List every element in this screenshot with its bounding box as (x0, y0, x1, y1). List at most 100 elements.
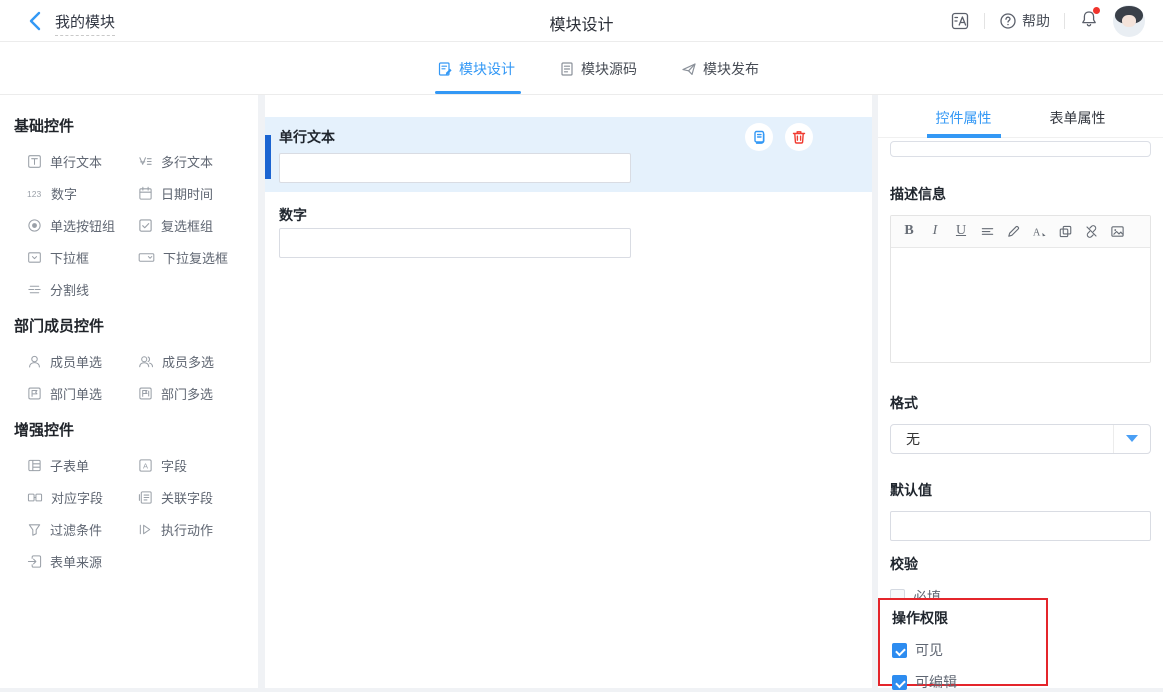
selection-bar (265, 135, 271, 179)
format-select[interactable]: 无 (890, 424, 1151, 454)
svg-text:A: A (143, 461, 148, 470)
field-label: 数字 (279, 205, 307, 225)
palette-item-subform[interactable]: 子表单 (14, 457, 125, 473)
palette-item-checkbox-group[interactable]: 复选框组 (125, 217, 250, 233)
field-a-icon: A (138, 458, 153, 473)
image-icon[interactable] (1107, 220, 1127, 242)
help-label: 帮助 (1022, 11, 1050, 31)
palette-item-field[interactable]: A 字段 (125, 457, 250, 473)
palette-item-divider[interactable]: 分割线 (14, 281, 125, 297)
person-icon (27, 354, 42, 369)
people-icon (138, 354, 154, 369)
designer-tabs: 模块设计 模块源码 模块发布 (437, 42, 759, 95)
description-label: 描述信息 (890, 184, 1151, 204)
font-color-icon[interactable]: A (1029, 220, 1049, 242)
palette-item-dept-multi[interactable]: 部门多选 (125, 385, 250, 401)
single-line-text-input[interactable] (279, 153, 631, 183)
copy-field-button[interactable] (745, 123, 773, 151)
tab-label: 模块设计 (459, 59, 515, 79)
editable-checkbox[interactable] (892, 675, 907, 690)
member-widgets-grid: 成员单选 成员多选 部门单选 部门多选 (14, 353, 250, 401)
form-source-icon (27, 554, 42, 569)
calendar-icon (138, 186, 153, 201)
tab-label: 模块发布 (703, 59, 759, 79)
palette-item-member-multi[interactable]: 成员多选 (125, 353, 250, 369)
palette-item-member-single[interactable]: 成员单选 (14, 353, 125, 369)
canvas-field-single-line-text-selected[interactable]: 单行文本 (265, 117, 872, 192)
number-input[interactable] (279, 228, 631, 258)
palette-item-action[interactable]: 执行动作 (125, 521, 250, 537)
form-canvas[interactable]: 单行文本 数字 (265, 95, 872, 688)
tab-module-publish[interactable]: 模块发布 (681, 42, 759, 95)
editable-label: 可编辑 (915, 672, 957, 692)
rich-text-toolbar: B I U A (891, 216, 1150, 248)
field-label: 单行文本 (279, 127, 335, 147)
single-line-text-icon (27, 154, 42, 169)
permissions-label: 操作权限 (892, 608, 1046, 628)
copy-icon[interactable] (1055, 220, 1075, 242)
checkbox-icon (138, 218, 153, 233)
svg-text:A: A (1033, 227, 1041, 238)
canvas-field-number[interactable]: 数字 (265, 205, 872, 271)
divider-lines-icon (27, 282, 42, 297)
avatar[interactable] (1113, 5, 1145, 37)
tab-module-design[interactable]: 模块设计 (437, 42, 515, 95)
help-button[interactable]: 帮助 (999, 11, 1050, 31)
operation-permissions-highlight-box: 操作权限 可见 可编辑 (878, 598, 1048, 686)
visible-checkbox[interactable] (892, 643, 907, 658)
editable-checkbox-row[interactable]: 可编辑 (892, 672, 1046, 692)
unlink-icon[interactable] (1081, 220, 1101, 242)
run-action-icon (138, 522, 153, 537)
translate-icon[interactable] (950, 11, 970, 31)
palette-item-related-field[interactable]: 关联字段 (125, 489, 250, 505)
palette-item-number[interactable]: 123 数字 (14, 185, 125, 201)
top-bar: 我的模块 模块设计 帮助 (0, 0, 1163, 42)
bell-icon[interactable] (1079, 9, 1099, 34)
pencil-icon[interactable] (1003, 220, 1023, 242)
enhanced-widgets-grid: 子表单 A 字段 对应字段 关联字段 过滤条件 执行动作 (14, 457, 250, 569)
edit-document-icon (437, 61, 453, 77)
italic-button[interactable]: I (925, 220, 945, 242)
subform-table-icon (27, 458, 42, 473)
title-input-partially-visible[interactable] (890, 141, 1151, 157)
dropdown-multi-icon (138, 250, 155, 265)
related-field-icon (138, 490, 153, 505)
module-designer-window: 我的模块 模块设计 帮助 (0, 0, 1163, 691)
description-rich-text-editor[interactable]: B I U A (890, 215, 1151, 363)
palette-item-dept-single[interactable]: 部门单选 (14, 385, 125, 401)
top-right-actions: 帮助 (950, 0, 1145, 42)
palette-item-filter[interactable]: 过滤条件 (14, 521, 125, 537)
visible-checkbox-row[interactable]: 可见 (892, 640, 1046, 660)
tab-module-source[interactable]: 模块源码 (559, 42, 637, 95)
default-value-input[interactable] (890, 511, 1151, 541)
description-editor-area[interactable] (891, 248, 1150, 363)
section-title-members: 部门成员控件 (14, 315, 250, 336)
notification-dot (1093, 7, 1100, 14)
basic-widgets-grid: 单行文本 多行文本 123 数字 日期时间 单选按钮组 复选框组 (14, 153, 250, 297)
align-icon[interactable] (977, 220, 997, 242)
palette-item-form-source[interactable]: 表单来源 (14, 553, 125, 569)
dropdown-icon (27, 250, 42, 265)
visible-label: 可见 (915, 640, 943, 660)
underline-button[interactable]: U (951, 220, 971, 242)
validation-label: 校验 (890, 554, 1151, 574)
palette-item-select[interactable]: 下拉框 (14, 249, 125, 265)
palette-item-mapped-field[interactable]: 对应字段 (14, 489, 125, 505)
tab-form-properties[interactable]: 表单属性 (1050, 95, 1106, 137)
multi-line-text-icon (138, 154, 153, 169)
delete-field-button[interactable] (785, 123, 813, 151)
palette-item-radio-group[interactable]: 单选按钮组 (14, 217, 125, 233)
palette-item-single-line-text[interactable]: 单行文本 (14, 153, 125, 169)
department-icon (27, 386, 42, 401)
bold-button[interactable]: B (899, 220, 919, 242)
tab-widget-properties[interactable]: 控件属性 (936, 95, 992, 137)
paper-plane-icon (681, 61, 697, 77)
widget-palette: 基础控件 单行文本 多行文本 123 数字 日期时间 单选按钮组 (0, 95, 258, 688)
palette-item-multi-line-text[interactable]: 多行文本 (125, 153, 250, 169)
palette-item-datetime[interactable]: 日期时间 (125, 185, 250, 201)
format-selected-value: 无 (891, 429, 920, 449)
property-panel-body: 描述信息 B I U A 格式 无 默 (878, 138, 1163, 607)
palette-item-multi-select[interactable]: 下拉复选框 (125, 249, 250, 265)
select-caret (1113, 425, 1150, 453)
funnel-icon (27, 522, 42, 537)
